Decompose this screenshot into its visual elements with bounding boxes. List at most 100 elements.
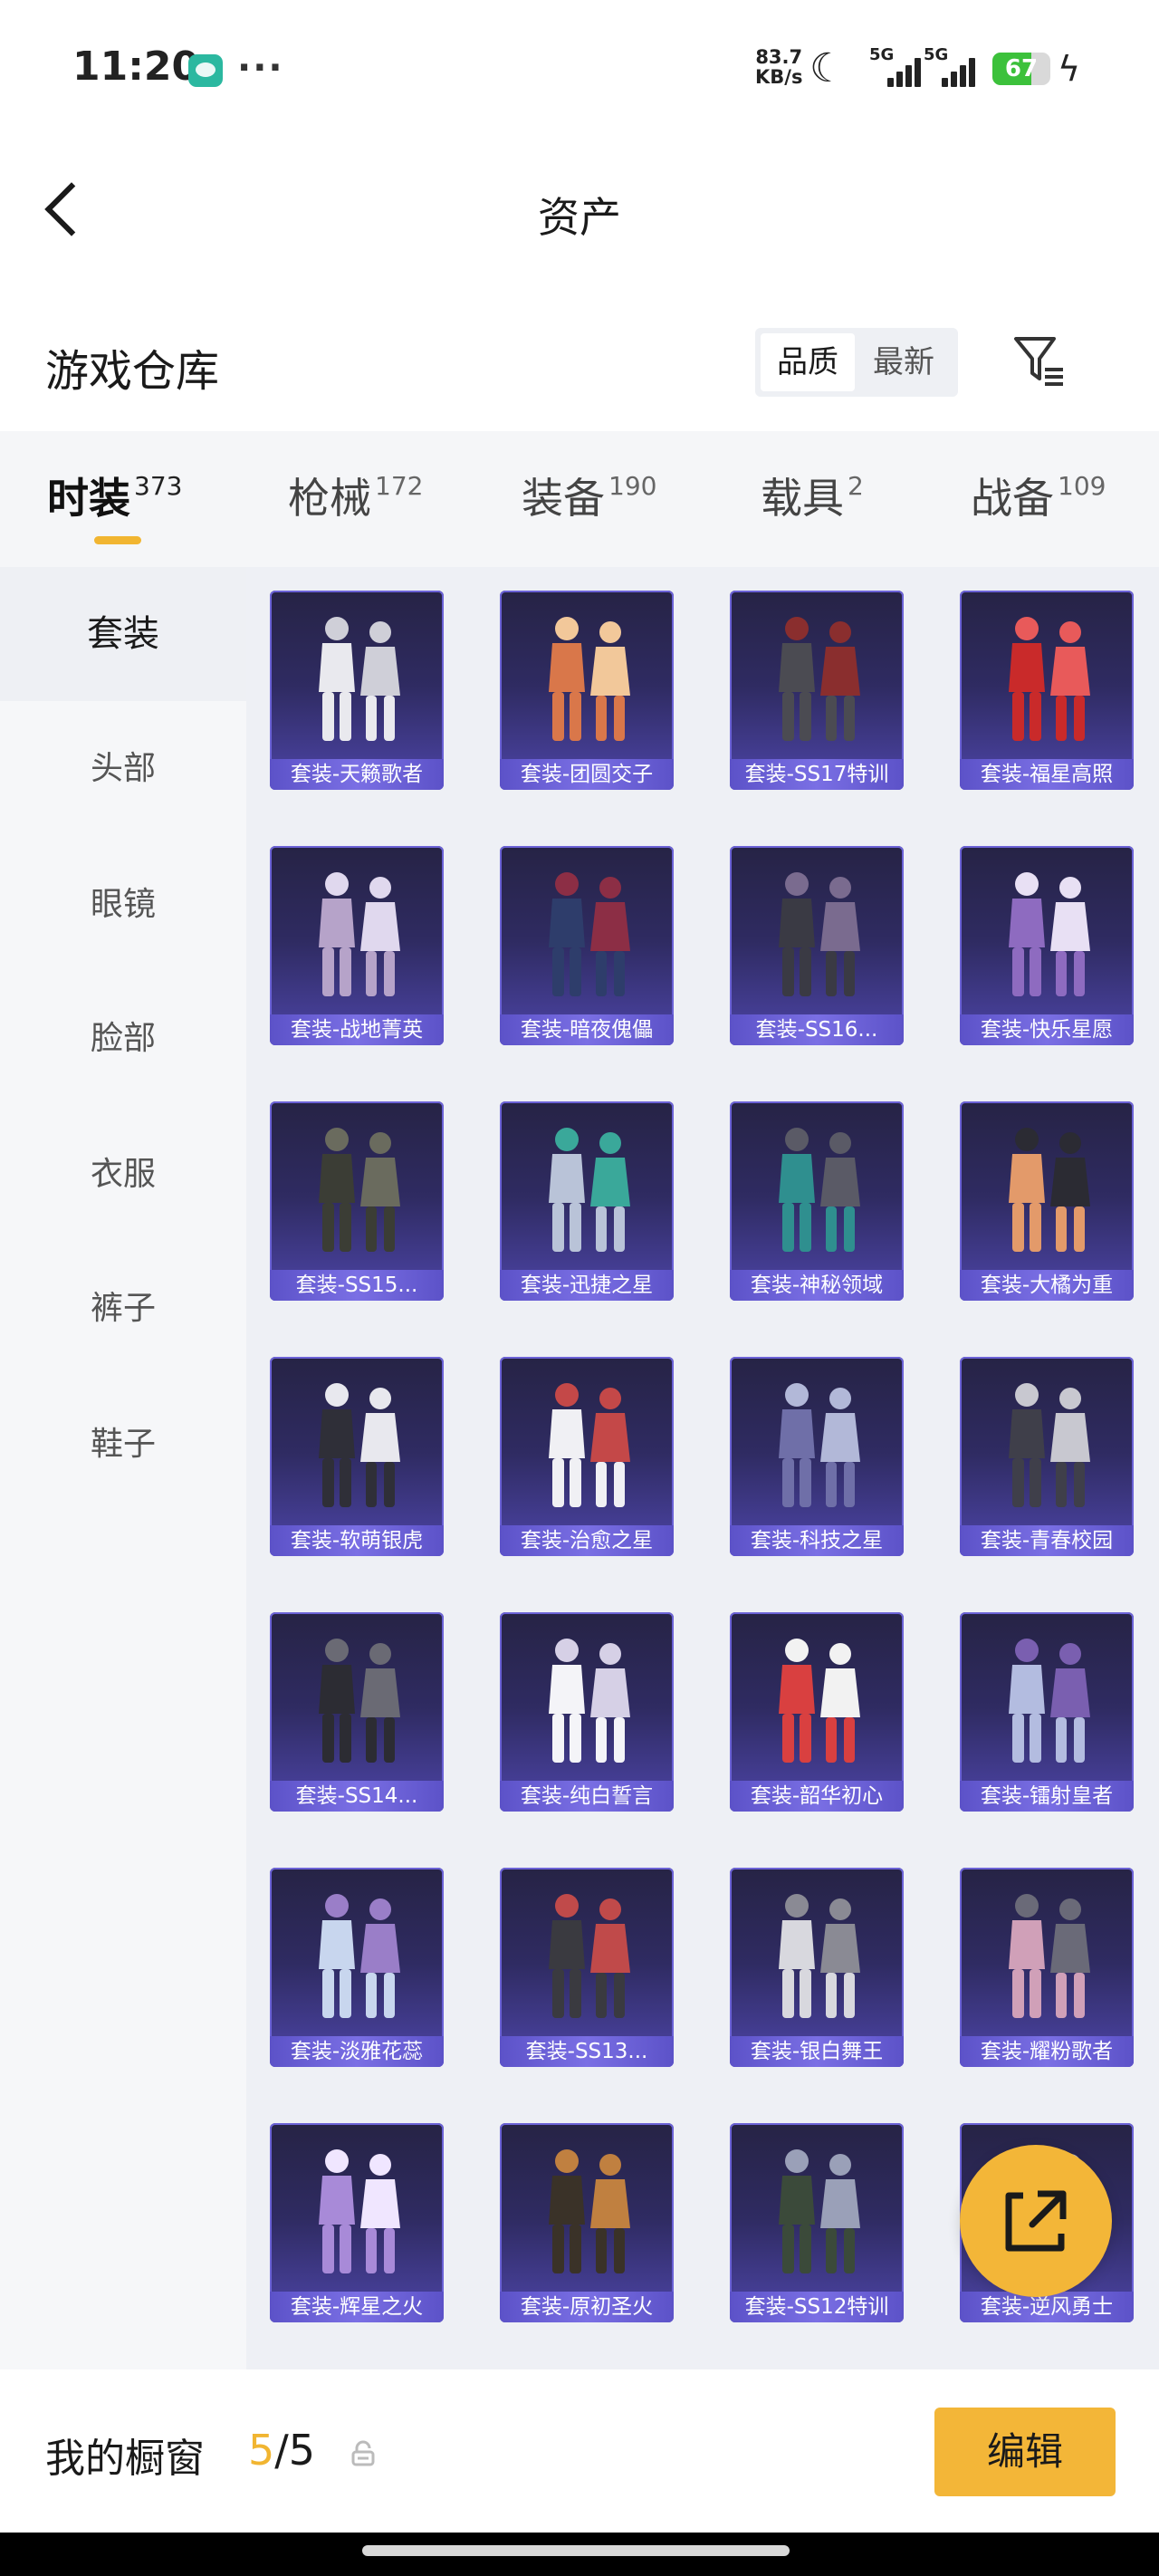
item-card-label: 套装-团圆交子 [500, 759, 674, 790]
tab-vehicles-count: 2 [848, 471, 864, 501]
tab-firearms[interactable]: 枪械 172 [288, 466, 423, 529]
sidebar-item-head[interactable]: 头部 [0, 739, 246, 799]
item-card-label: 套装-SS12特训 [730, 2292, 904, 2322]
subcategory-sidebar: 套装 头部 眼镜 脸部 衣服 裤子 鞋子 [0, 567, 246, 2369]
item-card-label: 套装-科技之星 [730, 1525, 904, 1556]
item-card-label: 套装-SS17特训 [730, 759, 904, 790]
share-button[interactable] [960, 2145, 1112, 2297]
item-thumbnail [779, 1383, 860, 1507]
item-card[interactable]: 套装-SS16... [730, 846, 904, 1045]
item-card[interactable]: 套装-辉星之火 [270, 2123, 444, 2322]
item-card-label: 套装-SS16... [730, 1014, 904, 1045]
item-thumbnail [549, 1383, 630, 1507]
item-card[interactable]: 套装-天籁歌者 [270, 591, 444, 790]
tab-supplies[interactable]: 战备 109 [971, 466, 1106, 529]
showcase-count: 5/5 [248, 2426, 315, 2475]
item-card[interactable]: 套装-SS17特训 [730, 591, 904, 790]
sidebar-item-glasses[interactable]: 眼镜 [0, 875, 246, 935]
item-card[interactable]: 套装-大橘为重 [960, 1101, 1134, 1301]
item-thumbnail [779, 1128, 860, 1252]
tab-vehicles[interactable]: 载具 2 [761, 466, 864, 529]
item-card[interactable]: 套装-SS12特训 [730, 2123, 904, 2322]
share-icon [1005, 2190, 1067, 2252]
home-gesture-bar[interactable] [362, 2545, 790, 2556]
item-thumbnail [1009, 872, 1090, 996]
warehouse-title: 游戏仓库 [45, 346, 220, 397]
item-card[interactable]: 套装-科技之星 [730, 1357, 904, 1556]
signal-2-label: 5G [924, 45, 949, 64]
item-thumbnail [779, 2149, 860, 2273]
item-card[interactable]: 套装-SS15... [270, 1101, 444, 1301]
tab-vehicles-label: 载具 [761, 474, 844, 523]
item-card[interactable]: 套装-原初圣火 [500, 2123, 674, 2322]
item-thumbnail [319, 2149, 400, 2273]
sort-quality-button[interactable]: 品质 [761, 333, 855, 391]
item-card[interactable]: 套装-淡雅花蕊 [270, 1868, 444, 2067]
item-card[interactable]: 套装-团圆交子 [500, 591, 674, 790]
item-card[interactable]: 套装-迅捷之星 [500, 1101, 674, 1301]
showcase-bar: 我的橱窗 5/5 编辑 [0, 2369, 1159, 2533]
item-card[interactable]: 套装-韶华初心 [730, 1612, 904, 1812]
item-card[interactable]: 套装-暗夜傀儡 [500, 846, 674, 1045]
item-card-label: 套装-镭射皇者 [960, 1781, 1134, 1812]
tab-fashion[interactable]: 时装 373 [47, 466, 182, 529]
item-card[interactable]: 套装-耀粉歌者 [960, 1868, 1134, 2067]
sort-newest-button[interactable]: 最新 [857, 333, 951, 391]
item-thumbnail [319, 872, 400, 996]
item-card-label: 套装-天籁歌者 [270, 759, 444, 790]
item-card-label: 套装-福星高照 [960, 759, 1134, 790]
tab-firearms-label: 枪械 [288, 474, 371, 523]
item-card[interactable]: 套装-纯白誓言 [500, 1612, 674, 1812]
item-card[interactable]: 套装-银白舞王 [730, 1868, 904, 2067]
assets-page: 11:20 ··· 83.7 KB/s ☾ 5G 5G 67 ϟ 资产 游戏仓库… [0, 0, 1159, 2576]
showcase-used: 5 [248, 2426, 275, 2475]
edit-button[interactable]: 编辑 [934, 2408, 1116, 2496]
tab-supplies-label: 战备 [971, 474, 1054, 523]
item-card-label: 套装-淡雅花蕊 [270, 2036, 444, 2067]
tab-fashion-count: 373 [134, 471, 183, 501]
item-card[interactable]: 套装-战地菁英 [270, 846, 444, 1045]
item-card[interactable]: 套装-福星高照 [960, 591, 1134, 790]
item-thumbnail [1009, 617, 1090, 741]
item-card[interactable]: 套装-软萌银虎 [270, 1357, 444, 1556]
item-card[interactable]: 套装-青春校园 [960, 1357, 1134, 1556]
item-card[interactable]: 套装-镭射皇者 [960, 1612, 1134, 1812]
network-speed-unit: KB/s [755, 66, 803, 88]
status-bar: 11:20 ··· 83.7 KB/s ☾ 5G 5G 67 ϟ [0, 0, 1159, 145]
item-card-label: 套装-银白舞王 [730, 2036, 904, 2067]
signal-icon-2: 5G [924, 45, 978, 87]
sidebar-item-suits[interactable]: 套装 [0, 567, 246, 701]
item-card-label: 套装-软萌银虎 [270, 1525, 444, 1556]
wechat-icon [188, 54, 223, 87]
item-card-label: 套装-神秘领域 [730, 1270, 904, 1301]
item-thumbnail [319, 1383, 400, 1507]
item-card[interactable]: 套装-快乐星愿 [960, 846, 1134, 1045]
filter-icon[interactable] [1012, 333, 1065, 388]
showcase-total: 5 [288, 2426, 316, 2475]
item-card-label: 套装-治愈之星 [500, 1525, 674, 1556]
tab-supplies-count: 109 [1058, 471, 1106, 501]
tab-equipment[interactable]: 装备 190 [522, 466, 656, 529]
sidebar-item-clothes[interactable]: 衣服 [0, 1145, 246, 1205]
signal-1-label: 5G [869, 45, 895, 64]
sort-toggle: 品质 最新 [755, 328, 958, 397]
status-time: 11:20 [72, 43, 200, 90]
item-thumbnail [549, 1639, 630, 1763]
item-card[interactable]: 套装-治愈之星 [500, 1357, 674, 1556]
item-thumbnail [1009, 1894, 1090, 2018]
item-card[interactable]: 套装-SS13... [500, 1868, 674, 2067]
item-thumbnail [319, 1894, 400, 2018]
showcase-label: 我的橱窗 [45, 2436, 205, 2482]
sidebar-item-pants[interactable]: 裤子 [0, 1279, 246, 1339]
network-speed: 83.7 KB/s [755, 47, 802, 87]
battery-level: 67 [1004, 55, 1039, 82]
item-card[interactable]: 套装-SS14... [270, 1612, 444, 1812]
item-card-label: 套装-原初圣火 [500, 2292, 674, 2322]
tab-equipment-count: 190 [608, 471, 657, 501]
category-tabs: 时装 373 枪械 172 装备 190 载具 2 战备 109 [0, 431, 1159, 567]
item-card[interactable]: 套装-神秘领域 [730, 1101, 904, 1301]
sidebar-item-face[interactable]: 脸部 [0, 1009, 246, 1069]
sidebar-item-shoes[interactable]: 鞋子 [0, 1415, 246, 1475]
item-grid: 套装-天籁歌者 套装-团圆交子 套装-SS17特训 套装-福星高照 套装-战地菁英 套装-… [246, 567, 1159, 2369]
more-notifications-icon: ··· [237, 47, 284, 89]
